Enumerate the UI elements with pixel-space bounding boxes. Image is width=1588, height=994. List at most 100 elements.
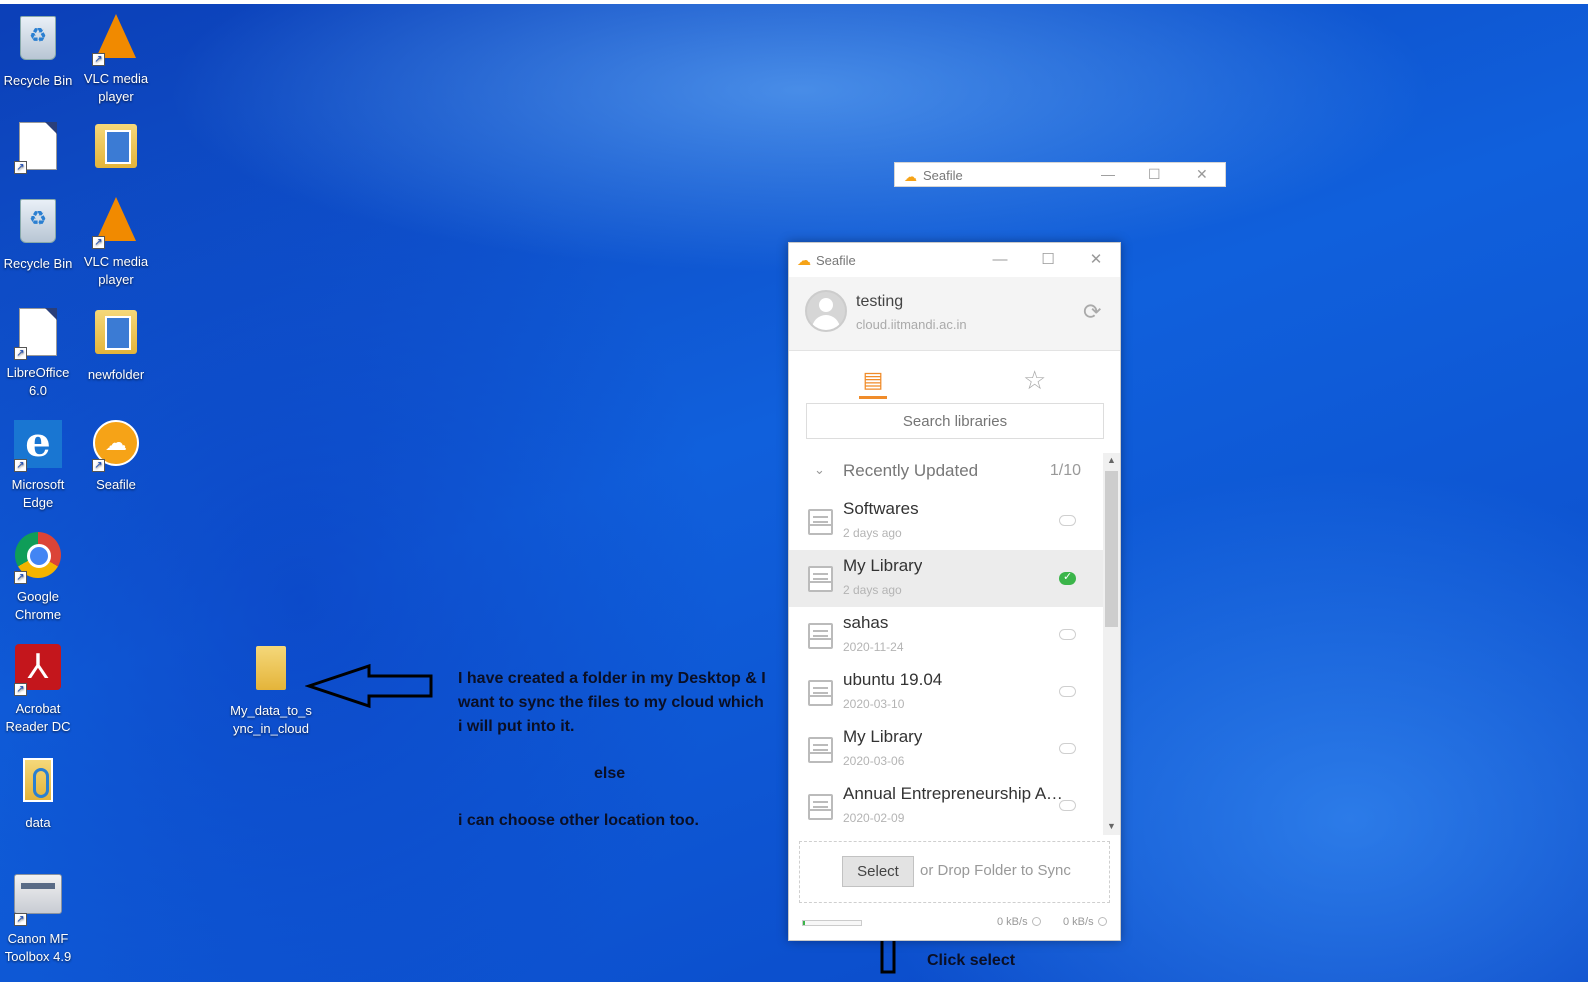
desktop-icon-newfolder[interactable]: newfolder xyxy=(78,306,154,384)
annotation-line-1: I have created a folder in my Desktop & … xyxy=(458,670,766,687)
library-icon xyxy=(808,737,833,763)
maximize-button[interactable]: ☐ xyxy=(1036,249,1060,271)
shortcut-arrow-icon: ↗ xyxy=(92,53,105,66)
library-date: 2 days ago xyxy=(843,583,902,597)
search-input[interactable] xyxy=(806,403,1104,439)
download-rate: 0 kB/s xyxy=(1063,916,1107,928)
library-date: 2020-02-09 xyxy=(843,811,905,825)
progress-fill xyxy=(803,921,806,925)
list-item[interactable]: Annual Entrepreneurship Awa... 2020-02-0… xyxy=(789,778,1103,829)
upload-status-icon xyxy=(1031,917,1041,926)
tab-libraries[interactable]: ▤ xyxy=(859,365,887,399)
scrollbar[interactable]: ▲ ▼ xyxy=(1103,453,1120,835)
annotation-line-3: i will put into it. xyxy=(458,718,575,735)
annotation-other-location: i can choose other location too. xyxy=(458,812,699,829)
close-button[interactable]: ✕ xyxy=(1084,249,1108,271)
maximize-icon[interactable]: ☐ xyxy=(1148,166,1161,183)
vlc-icon xyxy=(96,197,136,241)
desktop-icon-label: Google Chrome xyxy=(14,589,62,622)
library-name: sahas xyxy=(843,613,889,632)
select-button[interactable]: Select xyxy=(842,856,914,887)
desktop-icon-label: VLC media player xyxy=(83,71,149,104)
library-name: My Library xyxy=(843,727,923,746)
desktop-icon-data[interactable]: data xyxy=(0,754,76,832)
annotation-line-2: want to sync the files to my cloud which xyxy=(458,694,764,711)
library-name: My Library xyxy=(843,556,923,575)
title-bar[interactable]: ☁ Seafile — ☐ ✕ xyxy=(789,243,1120,277)
desktop-icon-chrome[interactable]: ↗ Google Chrome xyxy=(0,530,76,624)
desktop-icon-libreoffice[interactable]: ↗ LibreOffice 6.0 xyxy=(0,306,76,400)
scroll-up-icon[interactable]: ▲ xyxy=(1107,455,1116,465)
status-bar: 0 kB/s 0 kB/s xyxy=(789,911,1120,939)
library-name: Softwares xyxy=(843,499,919,518)
desktop-icon-my-data-folder[interactable]: My_data_to_sync_in_cloud xyxy=(230,642,312,738)
library-list: Softwares 2 days ago My Library 2 days a… xyxy=(789,493,1103,829)
account-server: cloud.iitmandi.ac.in xyxy=(856,317,967,332)
library-name: Annual Entrepreneurship Awa... xyxy=(843,784,1063,803)
desktop-icon-recycle-bin[interactable]: Recycle Bin xyxy=(0,195,76,273)
drop-text: or Drop Folder to Sync xyxy=(920,862,1071,879)
refresh-icon[interactable]: ⟳ xyxy=(1083,299,1101,325)
desktop-icon-edge[interactable]: e ↗ Microsoft Edge xyxy=(0,418,76,512)
desktop-icon-acrobat[interactable]: ⅄ ↗ Acrobat Reader DC xyxy=(0,642,76,736)
window-title: Seafile xyxy=(923,168,963,183)
library-name: ubuntu 19.04 xyxy=(843,670,943,689)
cloud-icon xyxy=(1059,629,1076,640)
top-border xyxy=(0,0,1588,4)
desktop-icon-label: Recycle Bin xyxy=(3,73,73,88)
shortcut-arrow-icon: ↗ xyxy=(14,161,27,174)
shortcut-arrow-icon: ↗ xyxy=(92,459,105,472)
library-icon xyxy=(808,509,833,535)
seafile-window-background[interactable]: ☁ Seafile — ☐ ✕ xyxy=(894,162,1226,187)
library-icon xyxy=(808,794,833,820)
list-item[interactable]: sahas 2020-11-24 xyxy=(789,607,1103,664)
scroll-down-icon[interactable]: ▼ xyxy=(1107,821,1116,831)
close-icon[interactable]: ✕ xyxy=(1196,166,1208,183)
list-item[interactable]: Softwares 2 days ago xyxy=(789,493,1103,550)
shortcut-arrow-icon: ↗ xyxy=(14,347,27,360)
chevron-down-icon: ⌄ xyxy=(814,462,825,477)
minimize-button[interactable]: — xyxy=(988,249,1012,271)
desktop-icon-recycle-bin[interactable]: Recycle Bin xyxy=(0,12,76,90)
cloud-icon xyxy=(1059,800,1076,811)
desktop-icon-label: data xyxy=(25,815,51,830)
account-name: testing xyxy=(856,293,904,310)
account-panel[interactable]: testing cloud.iitmandi.ac.in ⟳ xyxy=(789,277,1120,351)
desktop-icon-vlc[interactable]: ↗ VLC media player xyxy=(78,12,154,106)
folder-icon xyxy=(256,646,286,690)
bottom-border xyxy=(0,982,1588,994)
desktop-icon-label: newfolder xyxy=(87,367,145,382)
minimize-icon[interactable]: — xyxy=(1101,166,1115,182)
cloud-synced-icon xyxy=(1059,570,1076,585)
shortcut-arrow-icon: ↗ xyxy=(14,459,27,472)
list-item[interactable]: My Library 2020-03-06 xyxy=(789,721,1103,778)
desktop-icon-canon[interactable]: ↗ Canon MF Toolbox 4.9 xyxy=(0,866,76,966)
cloud-icon xyxy=(1059,743,1076,754)
shortcut-arrow-icon: ↗ xyxy=(14,683,27,696)
desktop-icon-label: Canon MF Toolbox 4.9 xyxy=(4,931,72,964)
tab-bar: ▤ ☆ xyxy=(789,351,1120,401)
star-icon: ☆ xyxy=(1023,365,1047,395)
list-item[interactable]: My Library 2 days ago xyxy=(789,550,1103,607)
shortcut-arrow-icon: ↗ xyxy=(14,571,27,584)
desktop-icon-newfolder-ghost xyxy=(78,120,154,186)
drop-zone[interactable]: Select or Drop Folder to Sync xyxy=(799,841,1110,903)
cloud-icon xyxy=(1059,515,1076,526)
library-date: 2020-03-10 xyxy=(843,697,905,711)
recently-updated-group[interactable]: ⌄ Recently Updated 1/10 xyxy=(789,455,1103,487)
shortcut-arrow-icon: ↗ xyxy=(14,913,27,926)
folder-icon xyxy=(95,310,137,354)
data-folder-icon xyxy=(23,758,53,802)
list-item[interactable]: ubuntu 19.04 2020-03-10 xyxy=(789,664,1103,721)
desktop-icon-vlc[interactable]: ↗ VLC media player xyxy=(78,195,154,289)
group-count: 1/10 xyxy=(1049,462,1081,479)
library-date: 2020-11-24 xyxy=(843,640,904,654)
tab-starred[interactable]: ☆ xyxy=(1023,365,1046,396)
folder-icon xyxy=(95,124,137,168)
desktop-icon-seafile[interactable]: ☁ ↗ Seafile xyxy=(78,418,154,494)
library-date: 2020-03-06 xyxy=(843,754,905,768)
scrollbar-thumb[interactable] xyxy=(1105,471,1118,627)
desktop-icon-label: My_data_to_sync_in_cloud xyxy=(230,703,312,736)
seafile-logo-icon: ☁ xyxy=(797,252,811,268)
recycle-bin-icon xyxy=(20,199,56,243)
